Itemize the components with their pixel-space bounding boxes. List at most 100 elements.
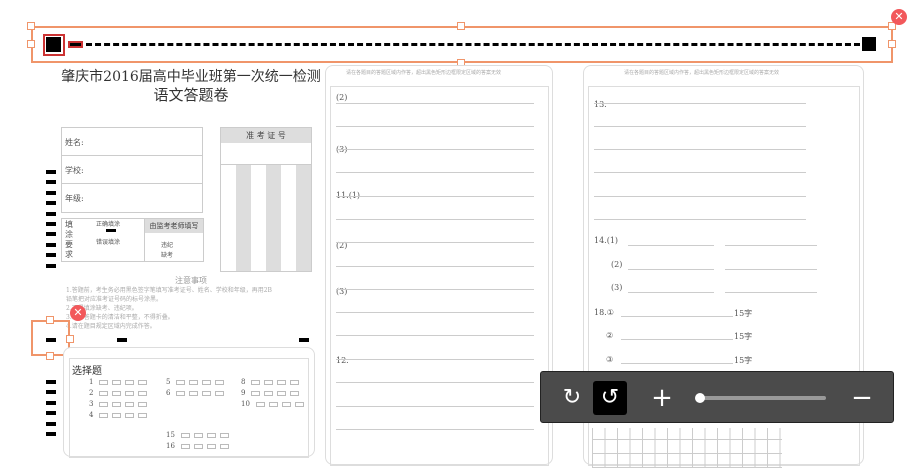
timing-mark (46, 253, 56, 258)
zoom-slider-thumb[interactable] (695, 393, 705, 403)
answer-bubble[interactable] (193, 432, 203, 438)
answer-bubble[interactable] (189, 390, 199, 396)
resize-handle[interactable] (27, 22, 35, 30)
answer-line (336, 289, 534, 290)
answer-bubble[interactable] (138, 412, 148, 418)
answer-bubble[interactable] (189, 379, 199, 385)
undo-icon[interactable]: ↺ (593, 381, 627, 415)
ticket-number-grid[interactable]: 准 考 证 号 (220, 127, 312, 272)
resize-handle[interactable] (46, 316, 54, 324)
answer-line (725, 292, 817, 293)
answer-bubble[interactable] (112, 379, 122, 385)
answer-line (594, 126, 806, 127)
answer-bubble[interactable] (264, 390, 274, 396)
question-label: 18.① (594, 308, 614, 317)
timing-mark (46, 263, 56, 268)
resize-handle[interactable] (457, 22, 465, 30)
answer-line (725, 245, 817, 246)
question-label: (2) (611, 260, 623, 269)
answer-bubble[interactable] (125, 401, 135, 407)
answer-bubble[interactable] (99, 401, 109, 407)
timing-mark (46, 170, 56, 174)
answer-bubble[interactable] (215, 390, 225, 396)
answer-bubble[interactable] (219, 443, 229, 449)
close-icon[interactable]: ✕ (70, 305, 86, 321)
marker-square (46, 37, 61, 52)
answer-bubble[interactable] (277, 379, 287, 385)
answer-bubble[interactable] (219, 432, 229, 438)
answer-bubble[interactable] (112, 412, 122, 418)
answer-bubble[interactable] (193, 443, 203, 449)
marker-small-outline (68, 41, 83, 48)
answer-bubble[interactable] (255, 401, 265, 407)
note-line: 铅笔把对应准考证号码的标号涂黑。 (66, 296, 163, 303)
timing-mark (46, 232, 56, 237)
answer-bubble[interactable] (180, 443, 190, 449)
answer-bubble[interactable] (176, 390, 186, 396)
answer-page-middle: 请在各题目的答题区域内作答，超出黑色矩形边框限定区域的答案无效 (2)(3)11… (325, 65, 553, 466)
choice-question: 3 (89, 400, 151, 408)
note-line: 4.请在题目规定区域内完成作答。 (66, 323, 156, 330)
redo-icon[interactable]: ↻ (557, 381, 587, 415)
resize-handle[interactable] (27, 40, 35, 48)
answer-line (336, 103, 534, 104)
char-limit: 15字 (734, 309, 753, 318)
answer-line (594, 149, 806, 150)
answer-bubble[interactable] (206, 432, 216, 438)
answer-bubble[interactable] (180, 432, 190, 438)
answer-bubble[interactable] (268, 401, 278, 407)
timing-mark (46, 421, 56, 426)
answer-bubble[interactable] (176, 379, 186, 385)
zoom-out-button[interactable]: − (847, 381, 877, 415)
timing-mark (46, 222, 56, 226)
grade-field[interactable]: 年级: (61, 183, 203, 213)
question-label: ② (606, 331, 614, 340)
choice-question: 16 (166, 442, 233, 450)
marker-square (862, 37, 876, 51)
char-limit: 15字 (734, 332, 753, 341)
answer-bubble[interactable] (215, 379, 225, 385)
resize-handle[interactable] (888, 40, 896, 48)
answer-bubble[interactable] (125, 412, 135, 418)
answer-bubble[interactable] (138, 379, 148, 385)
choice-question: 6 (166, 389, 228, 397)
question-label: ③ (606, 355, 614, 364)
resize-handle[interactable] (46, 352, 54, 360)
answer-bubble[interactable] (202, 379, 212, 385)
zoom-in-button[interactable]: + (647, 381, 677, 415)
choice-question: 8 (241, 378, 303, 386)
answer-line (594, 219, 806, 220)
answer-bubble[interactable] (112, 390, 122, 396)
answer-line (621, 363, 733, 364)
answer-bubble[interactable] (112, 401, 122, 407)
answer-bubble[interactable] (202, 390, 212, 396)
answer-bubble[interactable] (125, 390, 135, 396)
close-icon[interactable]: ✕ (891, 9, 907, 25)
answer-line (594, 103, 806, 104)
answer-bubble[interactable] (99, 379, 109, 385)
answer-bubble[interactable] (294, 401, 304, 407)
answer-line (725, 269, 817, 270)
answer-bubble[interactable] (125, 379, 135, 385)
zoom-slider[interactable] (695, 393, 826, 403)
resize-handle[interactable] (66, 335, 74, 343)
name-field[interactable]: 姓名: (61, 127, 203, 156)
answer-bubble[interactable] (290, 379, 300, 385)
question-label: (2) (336, 93, 348, 102)
answer-bubble[interactable] (138, 390, 148, 396)
answer-bubble[interactable] (264, 379, 274, 385)
answer-bubble[interactable] (206, 443, 216, 449)
school-field[interactable]: 学校: (61, 155, 203, 184)
answer-bubble[interactable] (99, 390, 109, 396)
answer-bubble[interactable] (251, 379, 261, 385)
answer-line (628, 269, 714, 270)
answer-line (336, 359, 534, 360)
answer-bubble[interactable] (281, 401, 291, 407)
answer-bubble[interactable] (277, 390, 287, 396)
answer-line (336, 126, 534, 127)
answer-bubble[interactable] (251, 390, 261, 396)
answer-bubble[interactable] (99, 412, 109, 418)
answer-line (621, 316, 733, 317)
answer-bubble[interactable] (138, 401, 148, 407)
answer-bubble[interactable] (290, 390, 300, 396)
